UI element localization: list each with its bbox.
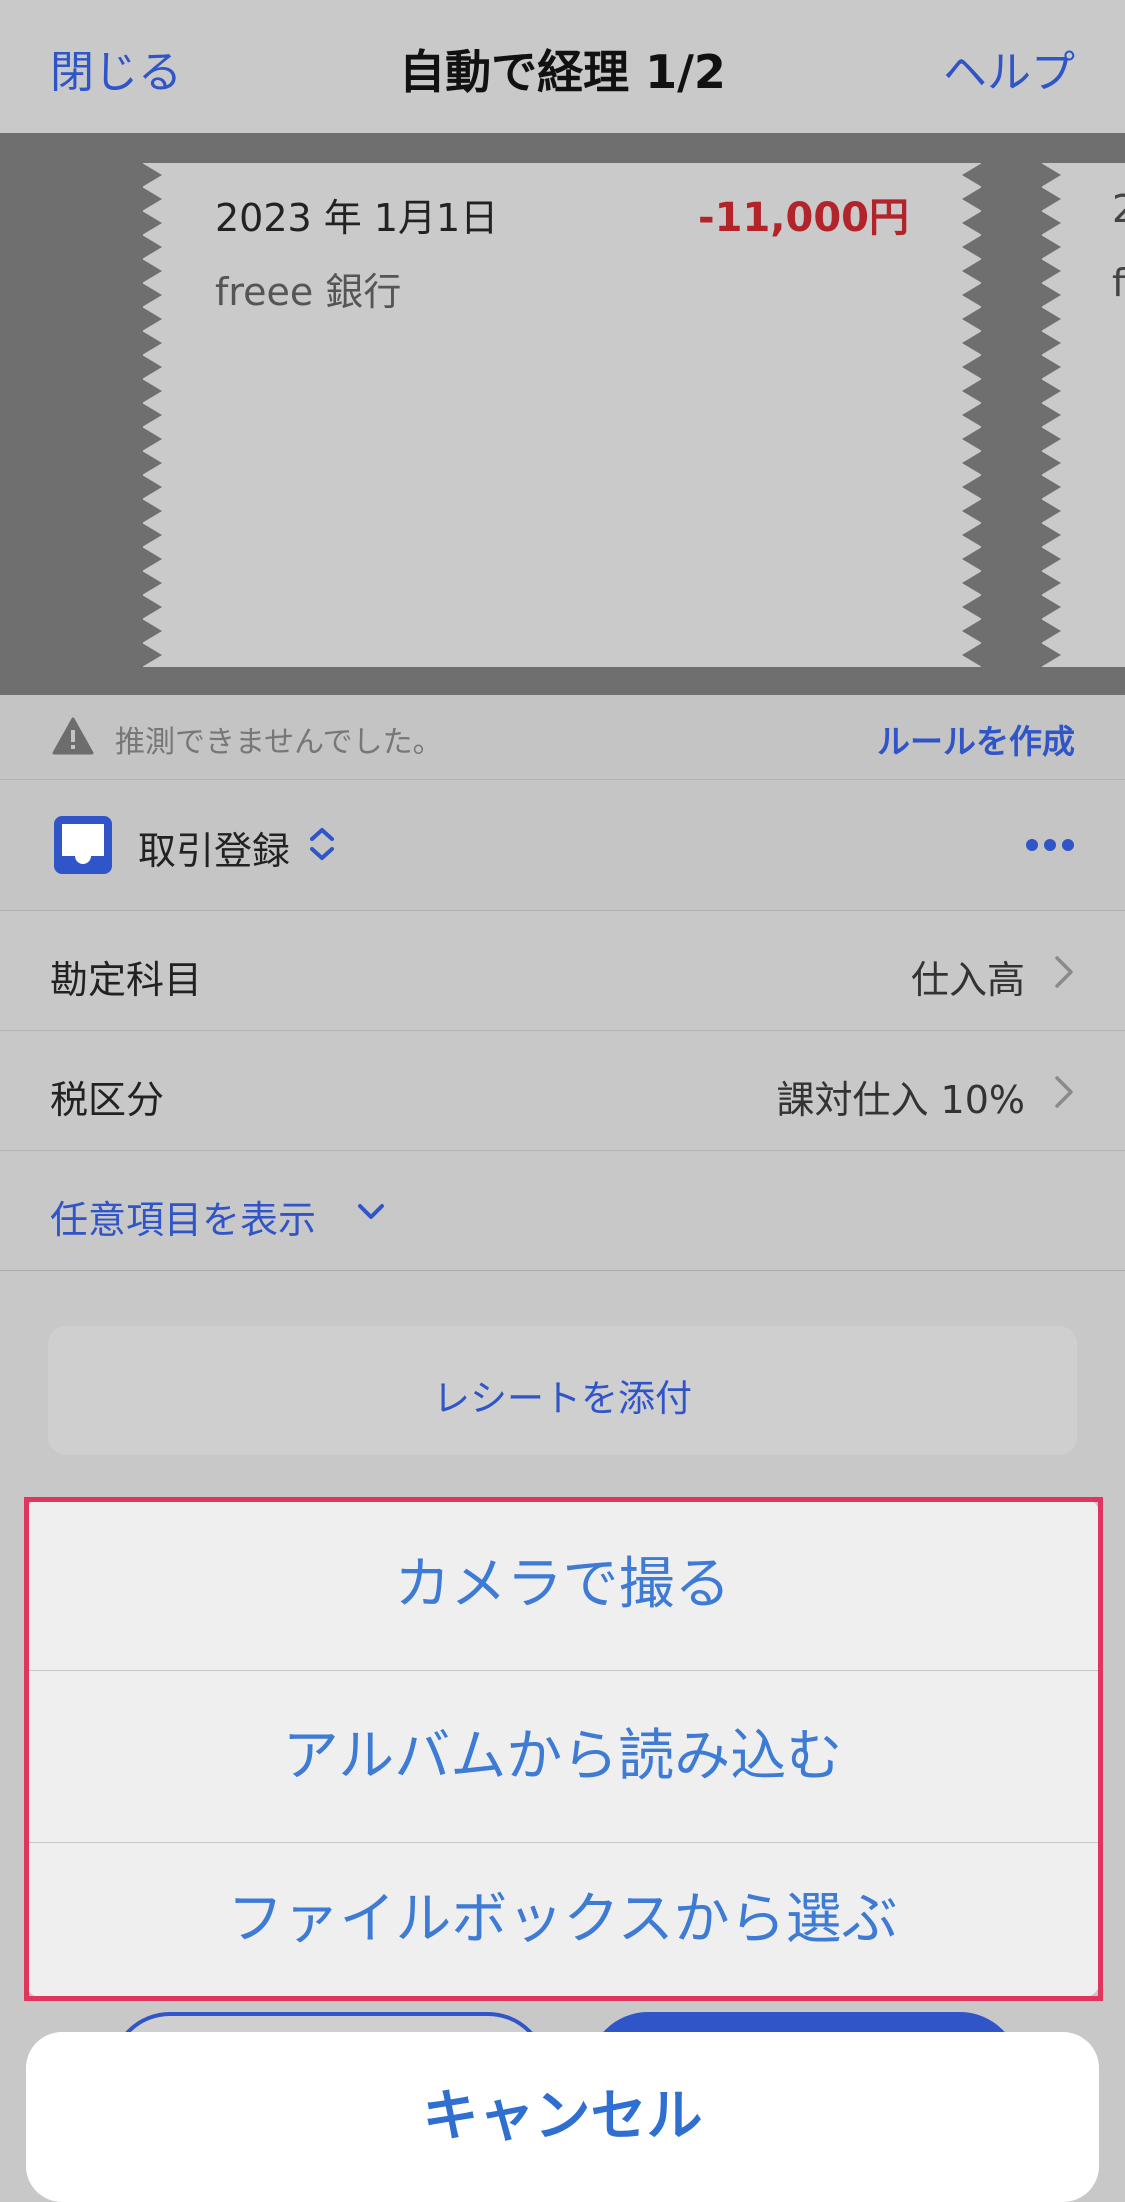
- tax-category-value: 課対仕入 10%: [776, 1078, 1025, 1122]
- next-receipt-card[interactable]: 2 f: [1041, 163, 1125, 667]
- next-receipt-bank: f: [1112, 261, 1125, 305]
- more-dots-icon[interactable]: [1025, 838, 1075, 852]
- receipt-amount: -11,000円: [698, 195, 909, 241]
- receipt-carousel[interactable]: 2023 年 1月1日 -11,000円 freee 銀行 2 f: [0, 133, 1125, 695]
- warning-triangle-icon: [52, 717, 94, 755]
- receipt-left-edge: [142, 163, 162, 667]
- account-item-label: 勘定科目: [50, 958, 203, 1002]
- warning-text: 推測できませんでした。: [115, 725, 443, 760]
- show-optional-fields-row[interactable]: 任意項目を表示: [0, 1151, 1125, 1271]
- chevron-up-down-icon[interactable]: [306, 824, 338, 864]
- tax-category-label: 税区分: [50, 1078, 165, 1122]
- load-from-album-option[interactable]: アルバムから読み込む: [26, 1671, 1099, 1842]
- attach-receipt-label: レシートを添付: [433, 1377, 692, 1420]
- help-button[interactable]: ヘルプ: [943, 36, 1075, 100]
- attach-receipt-button[interactable]: レシートを添付: [48, 1326, 1077, 1455]
- take-photo-option[interactable]: カメラで撮る: [26, 1499, 1099, 1670]
- cancel-button[interactable]: キャンセル: [26, 2032, 1099, 2202]
- inbox-icon: [54, 816, 112, 874]
- show-optional-fields-label[interactable]: 任意項目を表示: [50, 1189, 316, 1244]
- receipt-right-edge: [962, 163, 982, 667]
- receipt-bank: freee 銀行: [215, 270, 402, 314]
- header: 閉じる 自動で経理 1/2 ヘルプ: [0, 0, 1125, 133]
- account-item-value: 仕入高: [910, 958, 1025, 1002]
- create-rule-link[interactable]: ルールを作成: [877, 715, 1075, 763]
- chevron-down-icon[interactable]: [356, 1201, 386, 1223]
- receipt-date: 2023 年 1月1日: [215, 196, 499, 240]
- choose-from-filebox-option[interactable]: ファイルボックスから選ぶ: [26, 1843, 1099, 1997]
- next-receipt-date: 2: [1112, 187, 1125, 231]
- tax-category-row[interactable]: 税区分 課対仕入 10%: [0, 1031, 1125, 1151]
- chevron-right-icon: [1055, 956, 1073, 988]
- account-item-row[interactable]: 勘定科目 仕入高: [0, 911, 1125, 1031]
- receipt-card[interactable]: 2023 年 1月1日 -11,000円 freee 銀行: [142, 163, 982, 667]
- transaction-type-label[interactable]: 取引登録: [138, 820, 290, 875]
- transaction-type-row[interactable]: 取引登録: [0, 780, 1125, 911]
- action-sheet: カメラで撮る アルバムから読み込む ファイルボックスから選ぶ: [26, 1499, 1099, 1997]
- guess-warning-bar: 推測できませんでした。 ルールを作成: [0, 695, 1125, 780]
- cancel-label: キャンセル: [422, 2084, 703, 2149]
- next-receipt-left-edge: [1041, 163, 1061, 667]
- chevron-right-icon: [1055, 1076, 1073, 1108]
